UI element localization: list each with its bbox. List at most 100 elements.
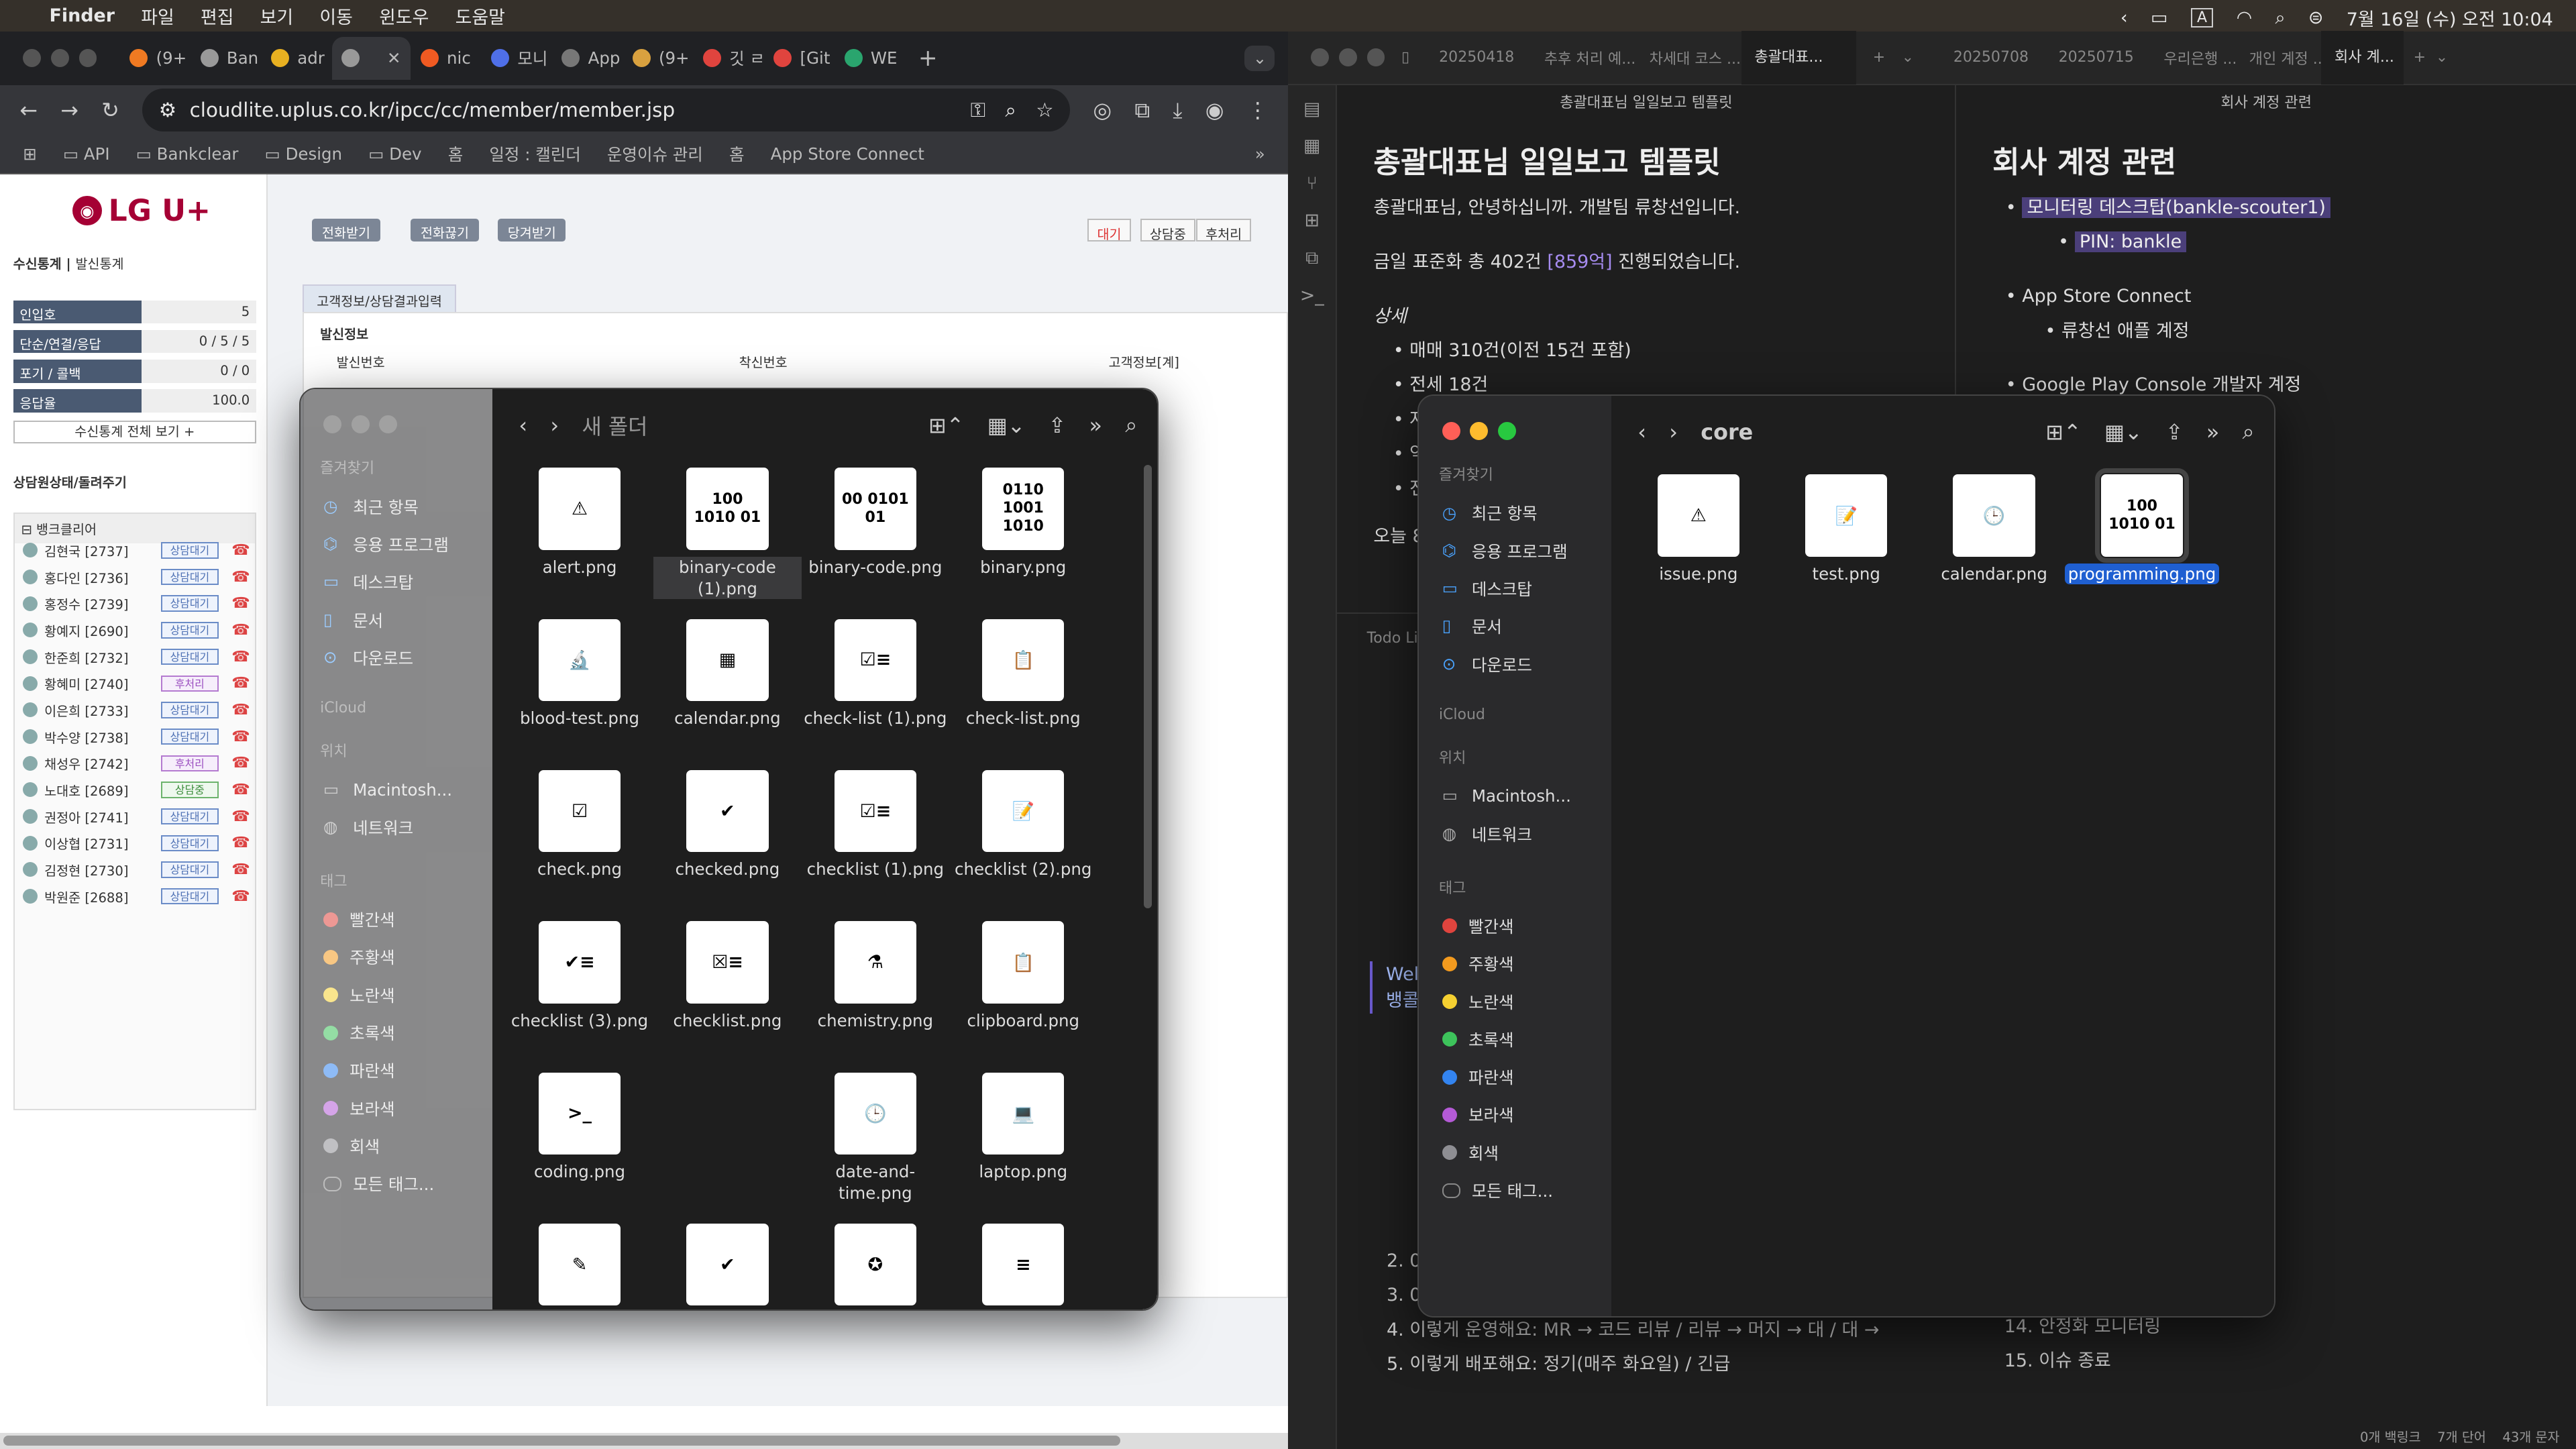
phone-icon[interactable]: ☎ <box>231 861 250 878</box>
note-tab[interactable]: 20250708 <box>1940 49 2045 66</box>
file-item[interactable]: >_ coding.png <box>506 1072 653 1211</box>
hangup-button[interactable]: 전화끊기 <box>411 218 479 241</box>
wifi-icon[interactable]: ◠ <box>2237 7 2253 28</box>
chrome-tab[interactable]: nic <box>411 37 481 80</box>
sidebar-tag[interactable]: 주황색 <box>301 938 493 976</box>
sidebar-tag[interactable]: 모든 태그... <box>301 1165 493 1203</box>
minimize-icon[interactable] <box>50 49 69 68</box>
sidebar-item[interactable]: ⊙ 다운로드 <box>301 639 493 676</box>
tab-search-icon[interactable]: ⌄ <box>1244 45 1275 72</box>
bookmark-link[interactable]: 홈 <box>448 142 464 166</box>
phone-icon[interactable]: ☎ <box>231 782 250 798</box>
menu-help[interactable]: 도움말 <box>455 3 505 29</box>
download-icon[interactable]: ⤓ <box>1173 97 1182 123</box>
file-item[interactable]: ⚗ chemistry.png <box>802 921 949 1059</box>
file-item[interactable]: ✪ <box>802 1223 949 1309</box>
forward-icon[interactable]: › <box>1669 419 1678 445</box>
menu-view[interactable]: 보기 <box>260 3 294 29</box>
copy-icon[interactable]: ⧉ <box>1305 248 1318 269</box>
chrome-tab[interactable]: WE <box>835 37 905 80</box>
file-item[interactable]: ✔≡ checklist (3).png <box>506 921 653 1059</box>
tab-list-icon[interactable]: ⌄ <box>1902 49 1914 66</box>
sidebar-item[interactable]: ▭ 데스크탑 <box>301 564 493 601</box>
phone-icon[interactable]: ☎ <box>231 835 250 851</box>
stats-tab-outbound[interactable]: 발신통계 <box>75 256 123 272</box>
menu-edit[interactable]: 편집 <box>201 3 234 29</box>
file-item[interactable]: ☑ check.png <box>506 770 653 908</box>
zoom-icon[interactable] <box>78 49 97 68</box>
more-icon[interactable]: ⋮ <box>1247 97 1269 123</box>
sidebar-tag[interactable]: 초록색 <box>301 1014 493 1051</box>
address-bar[interactable]: ⚙ cloudlite.uplus.co.kr/ipcc/cc/member/me… <box>142 89 1071 131</box>
profile-icon[interactable]: ◉ <box>1205 97 1224 123</box>
stats-more-button[interactable]: 수신통계 전체 보기 + <box>13 420 257 444</box>
sidebar-item[interactable]: ▭ Macintosh... <box>1419 777 1611 815</box>
search-icon[interactable]: ⌕ <box>1125 412 1137 438</box>
apps-grid-icon[interactable]: ⊞ <box>23 144 37 164</box>
file-item[interactable]: 📋 check-list.png <box>949 619 1097 757</box>
agent-row[interactable]: 박수양 [2738] 상담대기 ☎ <box>23 725 253 748</box>
phone-icon[interactable]: ☎ <box>231 542 250 559</box>
file-item[interactable]: ✔ <box>653 1223 801 1309</box>
agent-row[interactable]: 황혜미 [2740] 후처리 ☎ <box>23 672 253 695</box>
file-item[interactable]: ☑≡ checklist (1).png <box>802 770 949 908</box>
bookmark-folder[interactable]: ▭ Dev <box>368 144 421 164</box>
new-tab-icon[interactable]: + <box>2414 49 2426 66</box>
state-busy-button[interactable]: 상담중 <box>1140 218 1196 242</box>
zoom-icon[interactable] <box>379 415 398 434</box>
chrome-tab[interactable]: (9+ <box>120 37 191 80</box>
chrome-tab[interactable]: adr <box>261 37 331 80</box>
chrome-tab[interactable]: App <box>552 37 623 80</box>
agent-row[interactable]: 이은희 [2733] 상담대기 ☎ <box>23 698 253 721</box>
note-tab[interactable]: 차세대 코스 ... <box>1636 47 1741 68</box>
forward-icon[interactable]: → <box>60 97 78 123</box>
sidebar-item[interactable]: ◍ 네트워크 <box>301 808 493 846</box>
share-icon[interactable]: ⇪ <box>2165 419 2184 445</box>
menu-app[interactable]: Finder <box>49 5 115 26</box>
file-item[interactable]: ⚠ alert.png <box>506 468 653 606</box>
file-item[interactable]: ≡ <box>949 1223 1097 1309</box>
new-tab-icon[interactable]: + <box>1873 49 1885 66</box>
sidebar-item[interactable]: ▭ 데스크탑 <box>1419 570 1611 607</box>
sidebar-item[interactable]: ⊙ 다운로드 <box>1419 645 1611 683</box>
file-item[interactable]: ⚠ issue.png <box>1625 474 1772 612</box>
scroll-thumb[interactable] <box>3 1436 1121 1446</box>
menu-go[interactable]: 이동 <box>319 3 353 29</box>
sidebar-tag[interactable]: 회색 <box>301 1127 493 1165</box>
file-item[interactable]: ▦ calendar.png <box>653 619 801 757</box>
input-source-icon[interactable]: A <box>2190 8 2214 28</box>
tab-list-icon[interactable]: ⌄ <box>2436 49 2448 66</box>
sidebar-item[interactable]: ◷ 최근 항목 <box>1419 494 1611 532</box>
phone-icon[interactable]: ☎ <box>231 808 250 825</box>
bookmark-link[interactable]: 일정 : 캘린더 <box>489 142 580 166</box>
agent-row[interactable]: 채성우 [2742] 후처리 ☎ <box>23 752 253 775</box>
menu-window[interactable]: 윈도우 <box>379 3 429 29</box>
close-icon[interactable] <box>1442 421 1460 440</box>
answer-call-button[interactable]: 전화받기 <box>312 218 380 241</box>
bookmark-link[interactable]: 운영이슈 관리 <box>607 142 703 166</box>
file-item[interactable]: ✔ checked.png <box>653 770 801 908</box>
stats-tab-inbound[interactable]: 수신통계 <box>13 256 62 272</box>
sidebar-tag[interactable]: 파란색 <box>1419 1058 1611 1095</box>
phone-icon[interactable]: ☎ <box>231 702 250 718</box>
horizontal-scrollbar[interactable] <box>0 1432 1289 1449</box>
agent-row[interactable]: 홍정수 [2739] 상담대기 ☎ <box>23 592 253 615</box>
chevron-left-icon[interactable]: ‹ <box>2121 7 2128 28</box>
bookmark-folder[interactable]: ▭ Bankclear <box>136 144 239 164</box>
search-icon[interactable]: ⌕ <box>2275 7 2285 29</box>
bookmark-folder[interactable]: ▭ API <box>63 144 110 164</box>
menubar-clock[interactable]: 7월 16일 (수) 오전 10:04 <box>2347 5 2553 31</box>
more-bookmarks-icon[interactable]: » <box>1255 144 1265 164</box>
sidebar-tag[interactable]: 회색 <box>1419 1134 1611 1171</box>
chrome-tab[interactable]: [Git <box>764 37 835 80</box>
new-tab-icon[interactable]: + <box>918 45 938 72</box>
file-item[interactable]: 00 0101 01 binary-code.png <box>802 468 949 606</box>
file-item[interactable]: 📋 clipboard.png <box>949 921 1097 1059</box>
bookmark-link[interactable]: App Store Connect <box>771 144 924 164</box>
sidebar-tag[interactable]: 빨간색 <box>1419 907 1611 945</box>
agent-row[interactable]: 노대호 [2689] 상담중 ☎ <box>23 778 253 801</box>
sidebar-item[interactable]: ⌬ 응용 프로그램 <box>301 525 493 563</box>
bookmark-link[interactable]: 홈 <box>729 142 745 166</box>
state-wrapup-button[interactable]: 후처리 <box>1195 218 1252 242</box>
agent-row[interactable]: 황예지 [2690] 상담대기 ☎ <box>23 619 253 641</box>
